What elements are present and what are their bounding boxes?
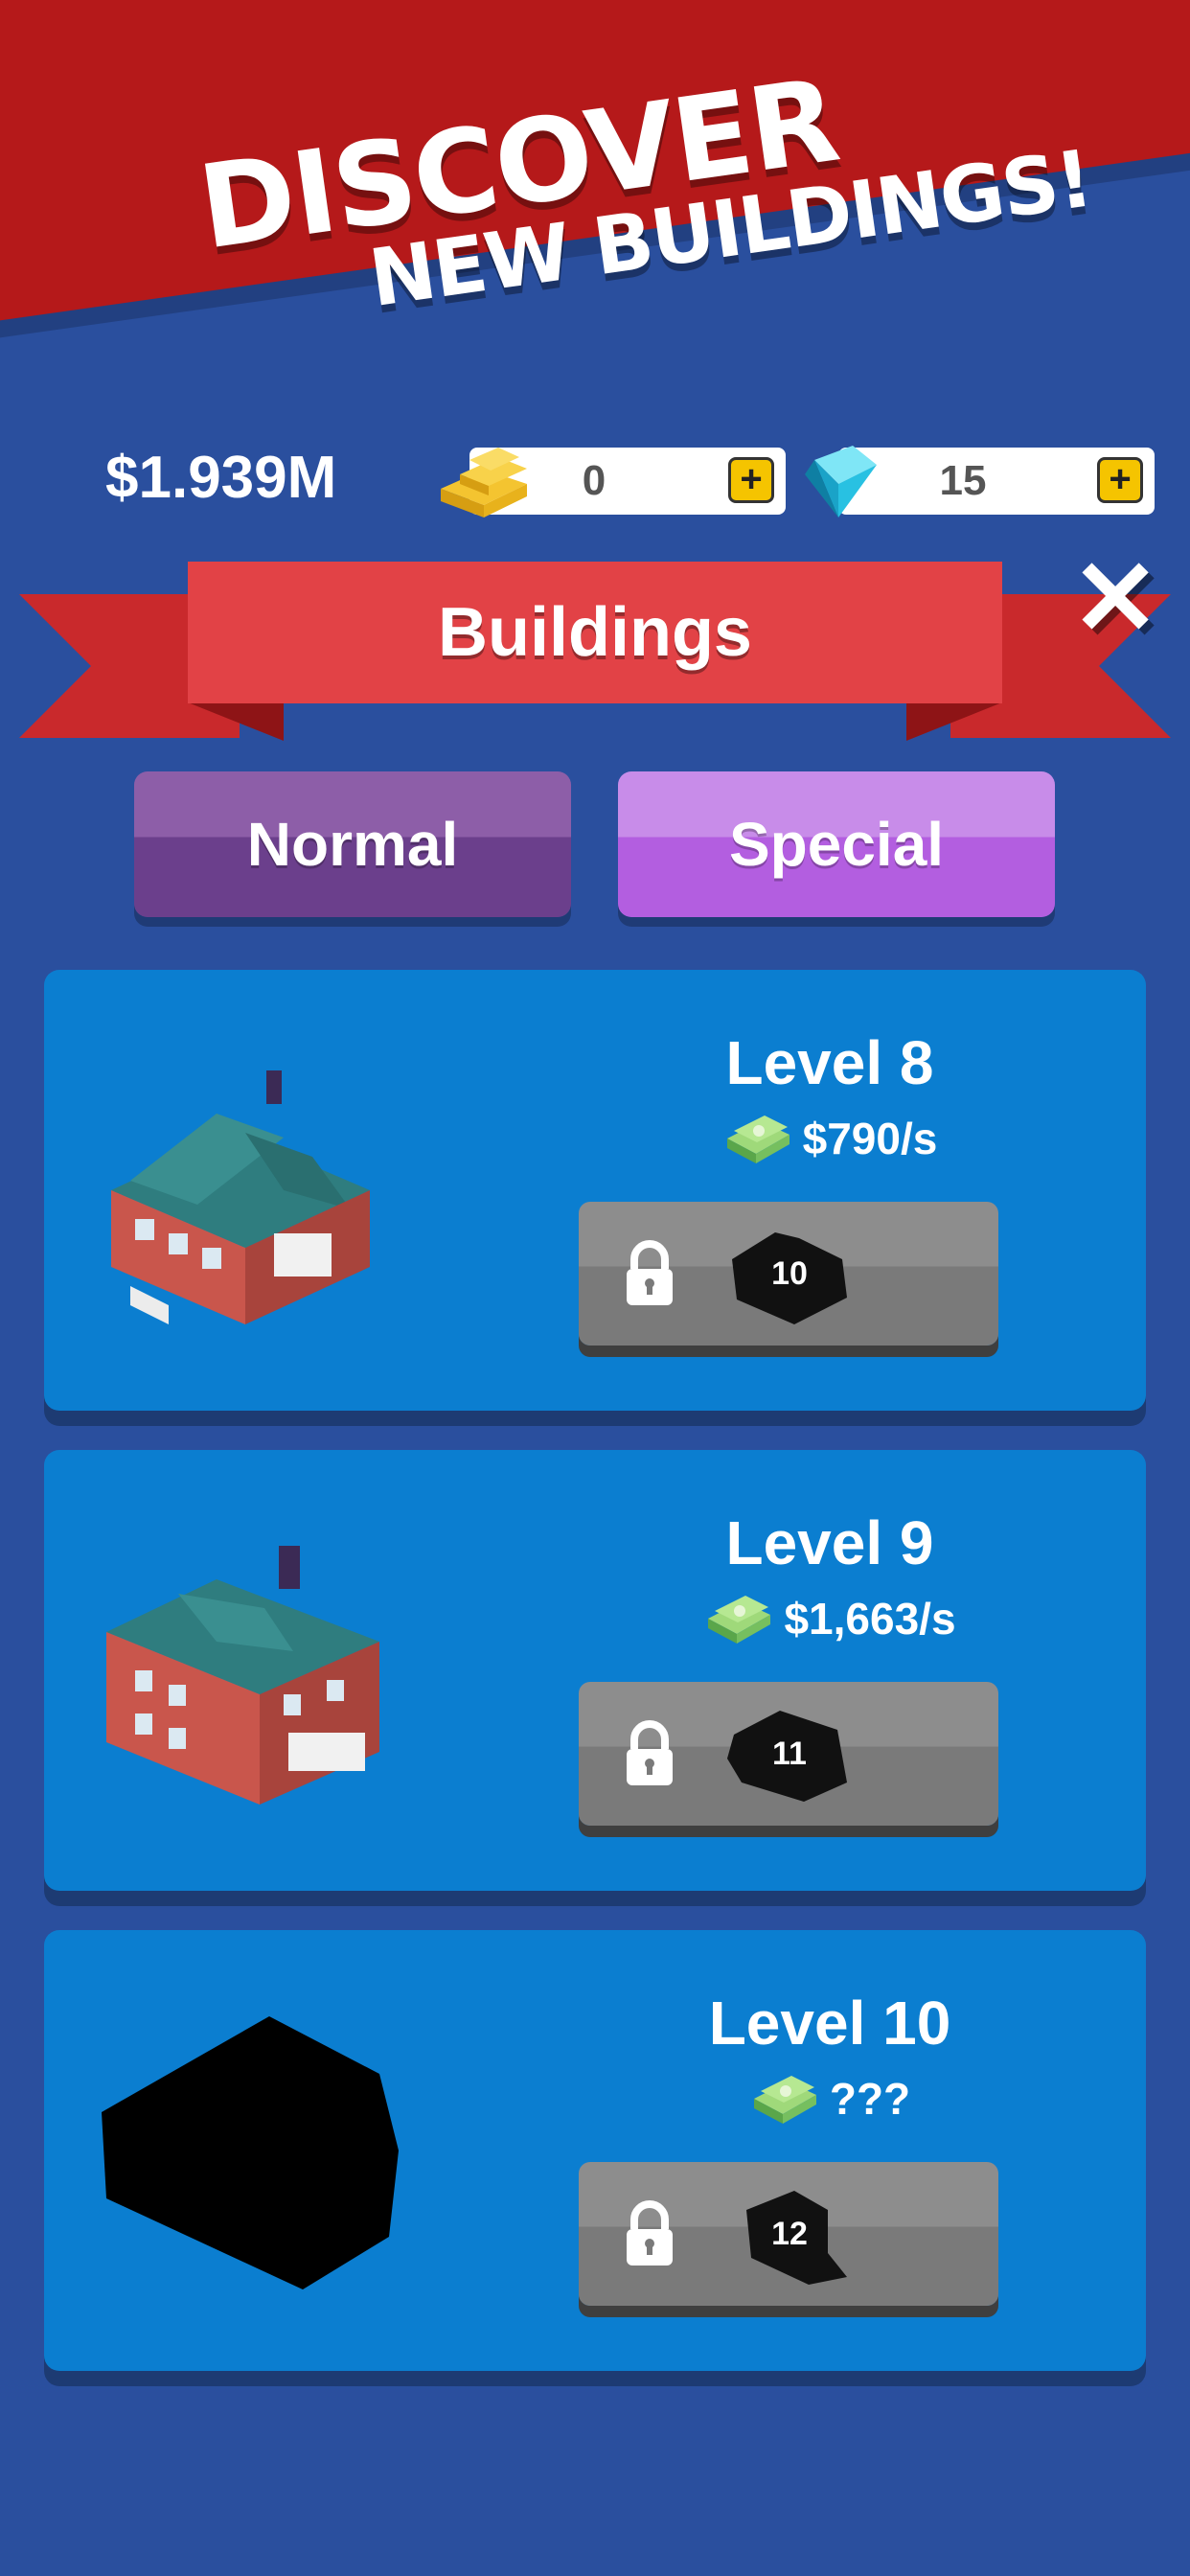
building-level: Level 10 bbox=[708, 1989, 951, 2058]
lock-icon bbox=[627, 1240, 673, 1305]
income-rate: $1,663/s bbox=[542, 1589, 1117, 1647]
money-balance: $1.939M bbox=[105, 445, 337, 511]
building-level: Level 9 bbox=[725, 1508, 934, 1577]
building-level-8-image bbox=[111, 1070, 370, 1324]
building-card-level-8[interactable]: Level 8 $790/s 10 bbox=[44, 970, 1146, 1411]
income-rate-value: ??? bbox=[829, 2073, 911, 2124]
income-rate: $790/s bbox=[542, 1109, 1117, 1167]
building-card-level-9[interactable]: Level 9 $1,663/s 11 bbox=[44, 1450, 1146, 1891]
lock-icon bbox=[627, 1720, 673, 1785]
building-level: Level 8 bbox=[725, 1028, 934, 1097]
income-rate-value: $1,663/s bbox=[784, 1593, 956, 1644]
gold-bars-icon bbox=[441, 448, 527, 518]
unlock-level-required: 10 bbox=[771, 1255, 808, 1292]
unlock-level-required: 11 bbox=[772, 1736, 807, 1772]
building-level-9-image bbox=[106, 1546, 379, 1805]
gem-icon bbox=[805, 446, 877, 518]
add-gems-button[interactable]: + bbox=[1097, 457, 1143, 503]
income-rate-value: $790/s bbox=[802, 1113, 938, 1163]
tab-special-label: Special bbox=[728, 810, 945, 879]
unlock-level-required: 12 bbox=[771, 2216, 808, 2252]
building-level-10-silhouette bbox=[102, 2016, 399, 2289]
close-button[interactable]: ✕ bbox=[1071, 546, 1159, 652]
page-title: Buildings bbox=[188, 562, 1002, 703]
unlock-button[interactable]: 10 bbox=[579, 1202, 998, 1346]
add-gold-button[interactable]: + bbox=[728, 457, 774, 503]
tab-special[interactable]: Special bbox=[618, 771, 1055, 917]
tab-normal[interactable]: Normal bbox=[134, 771, 571, 917]
unlock-button[interactable]: 12 bbox=[579, 2162, 998, 2306]
tab-normal-label: Normal bbox=[246, 810, 459, 879]
unlock-button[interactable]: 11 bbox=[579, 1682, 998, 1826]
lock-icon bbox=[627, 2200, 673, 2266]
cash-stack-icon bbox=[726, 1115, 790, 1163]
cash-stack-icon bbox=[708, 1595, 771, 1644]
cash-stack-icon bbox=[753, 2075, 816, 2124]
income-rate: ??? bbox=[542, 2069, 1117, 2128]
building-card-level-10[interactable]: Level 10 ??? 12 bbox=[44, 1930, 1146, 2371]
